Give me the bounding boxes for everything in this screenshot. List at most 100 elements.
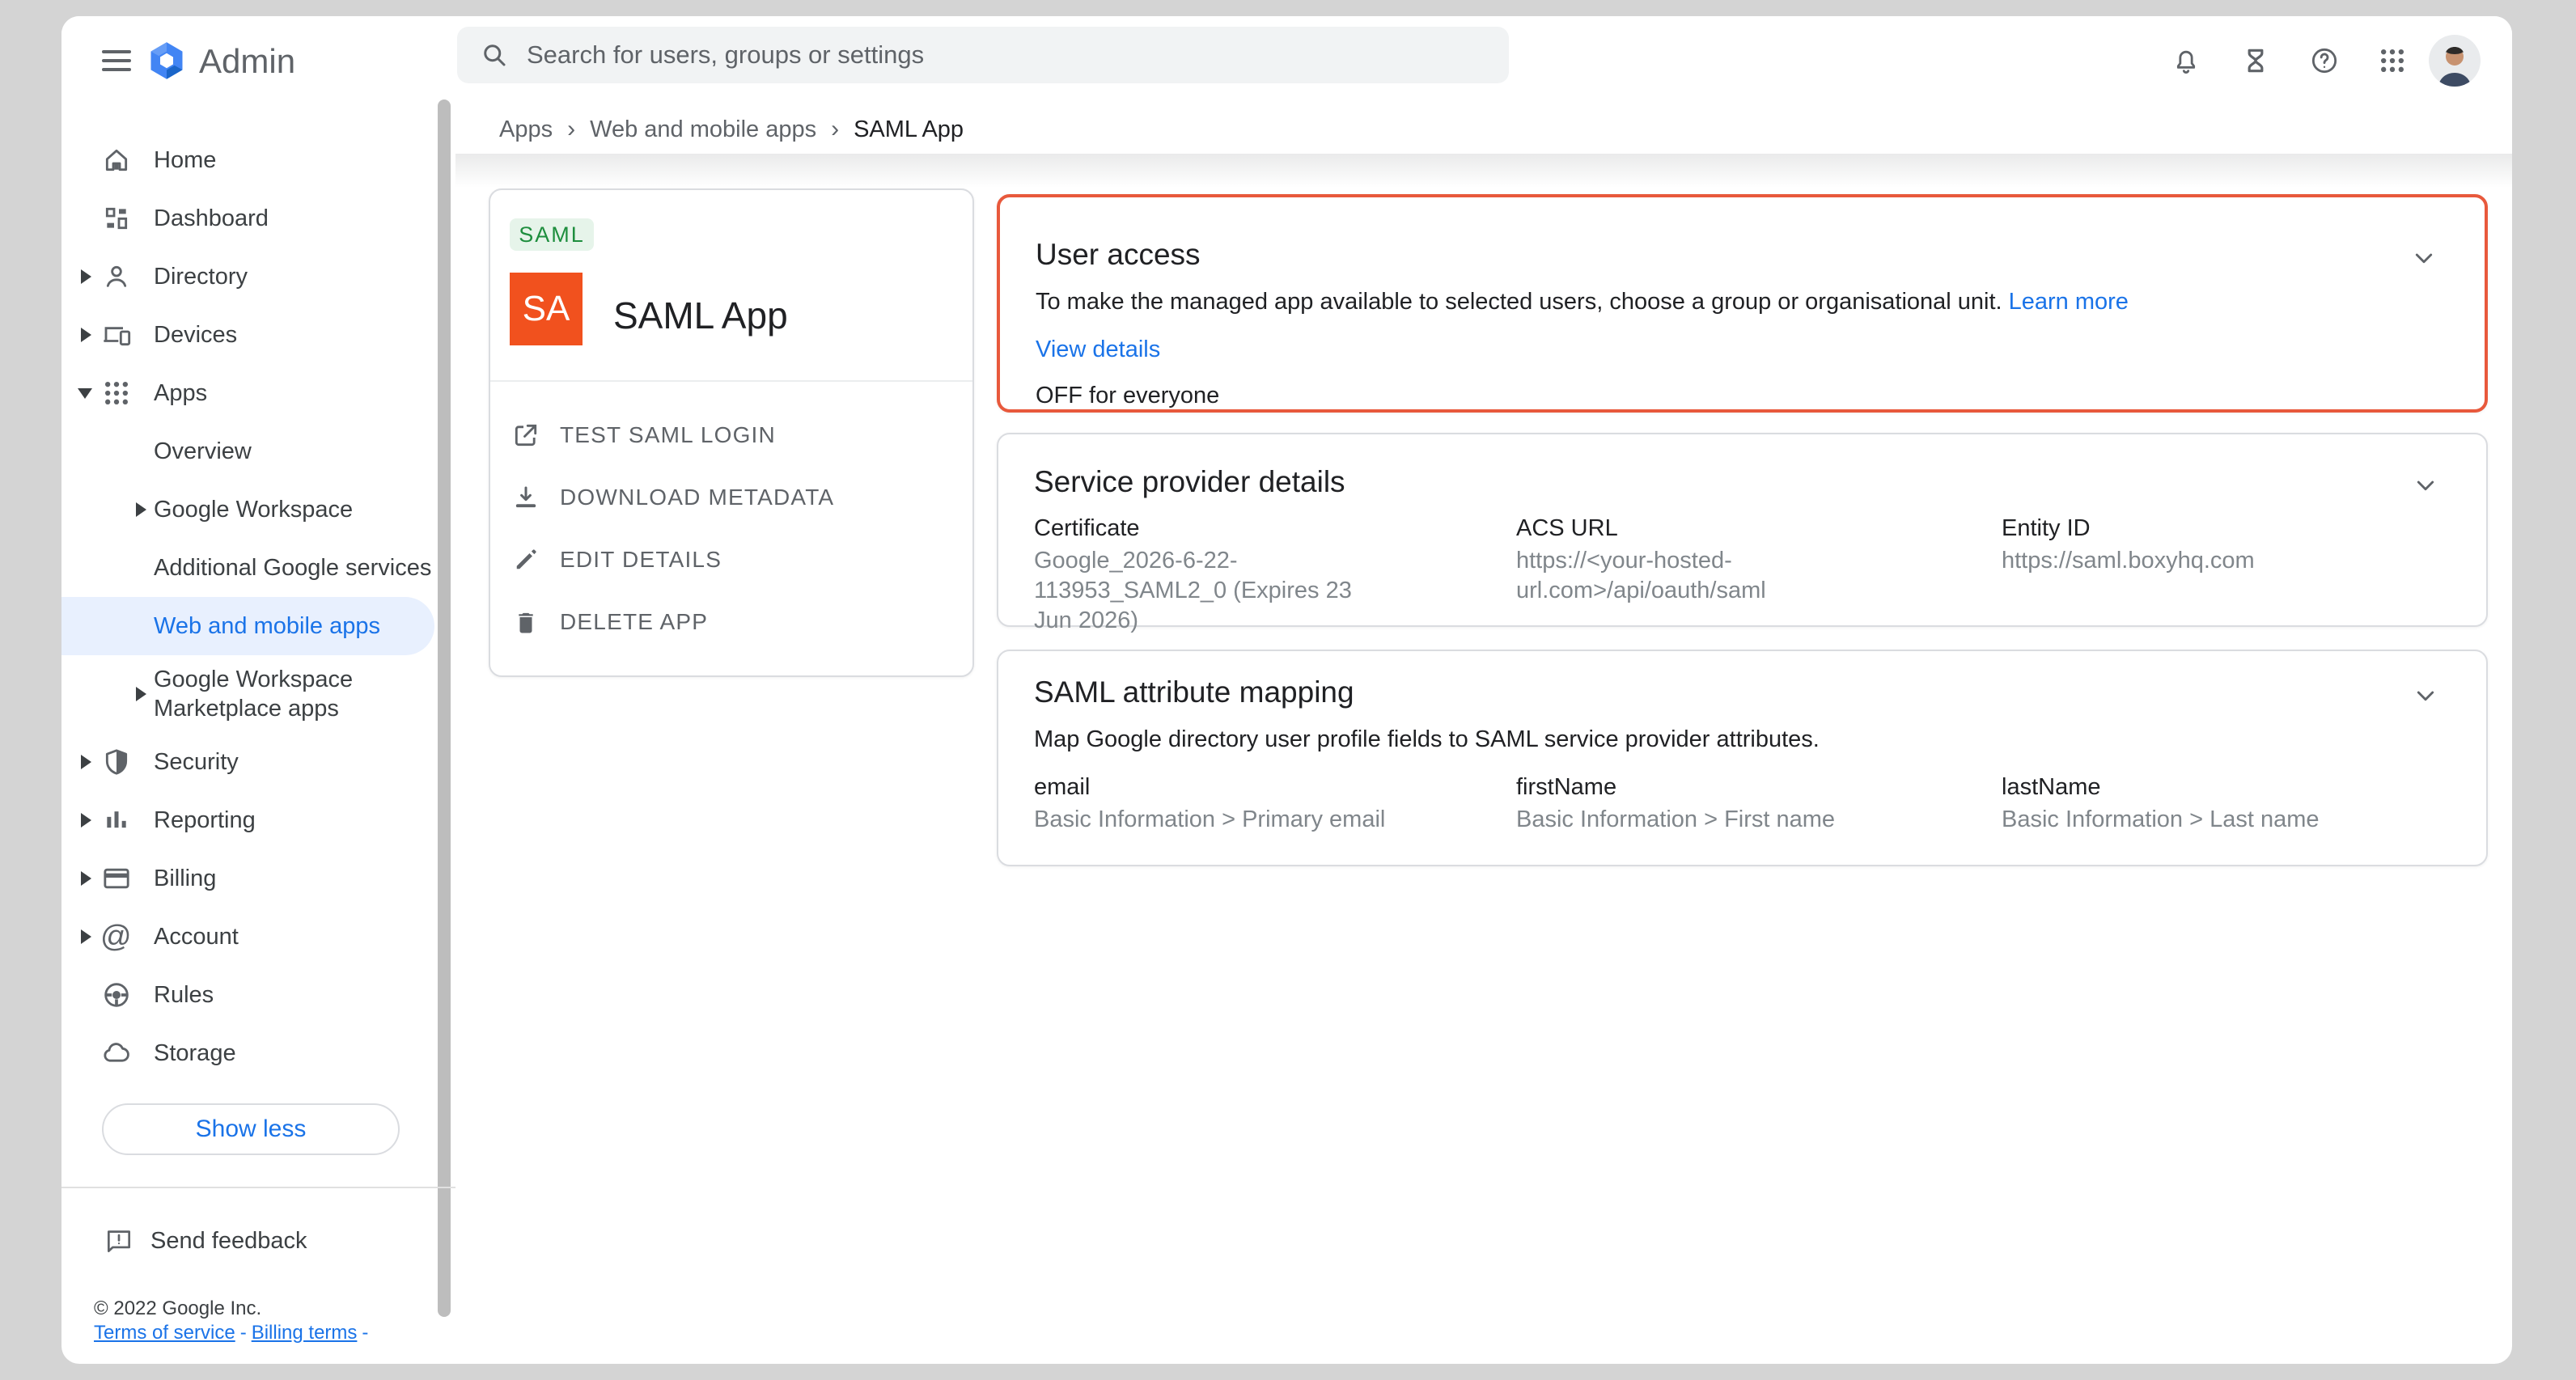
sidebar-item-billing[interactable]: Billing: [61, 849, 455, 908]
copyright-text: © 2022 Google Inc.: [94, 1297, 261, 1320]
sidebar-item-home[interactable]: Home: [61, 131, 455, 189]
sidebar-item-devices[interactable]: Devices: [61, 306, 455, 364]
download-metadata-button[interactable]: DOWNLOAD METADATA: [490, 466, 972, 528]
service-provider-details-card[interactable]: Service provider details CertificateGoog…: [997, 433, 2488, 627]
sidebar-item-label: Web and mobile apps: [154, 612, 380, 641]
chevron-right-icon[interactable]: [136, 687, 146, 701]
field-value: Basic Information > Last name: [2002, 805, 2320, 835]
sidebar-item-dashboard[interactable]: Dashboard: [61, 189, 455, 248]
action-label: EDIT DETAILS: [560, 547, 722, 573]
chevron-down-icon[interactable]: [78, 388, 92, 399]
sidebar-item-storage[interactable]: Storage: [61, 1024, 455, 1082]
send-feedback-button[interactable]: Send feedback: [61, 1215, 455, 1267]
sidebar-item-label: Directory: [154, 262, 248, 291]
shield-icon: [100, 746, 133, 778]
test-saml-login-button[interactable]: TEST SAML LOGIN: [490, 404, 972, 466]
chevron-down-icon[interactable]: [2410, 470, 2441, 501]
terms-of-service-link[interactable]: Terms of service: [94, 1322, 235, 1344]
navigation-sidebar: Home Dashboard Directory DevicesApps Overvie…: [61, 105, 455, 1155]
pending-tasks-hourglass-icon[interactable]: [2230, 35, 2282, 87]
user-access-description: To make the managed app available to sel…: [1036, 289, 2129, 315]
devices-icon: [100, 319, 133, 351]
attribute-mapping-title: SAML attribute mapping: [1034, 675, 1354, 709]
user-avatar[interactable]: [2429, 35, 2481, 87]
apps-grid-icon: [100, 377, 133, 409]
sidebar-item-security[interactable]: Security: [61, 733, 455, 791]
app-title: SAML App: [613, 294, 788, 337]
action-label: TEST SAML LOGIN: [560, 422, 776, 448]
admin-logo-icon: [146, 40, 188, 82]
breadcrumb-separator: ›: [567, 116, 575, 143]
chevron-right-icon[interactable]: [136, 502, 146, 517]
apps-launcher-icon[interactable]: [2366, 35, 2418, 87]
chevron-right-icon[interactable]: [81, 328, 91, 342]
chevron-right-icon[interactable]: [81, 755, 91, 769]
field-label: firstName: [1516, 773, 1835, 802]
sidebar-item-label: Storage: [154, 1039, 236, 1068]
sidebar-item-overview[interactable]: Overview: [61, 422, 455, 480]
search-bar[interactable]: [457, 27, 1509, 83]
sidebar-item-label: Overview: [154, 437, 252, 466]
sidebar-item-additional-google-services[interactable]: Additional Google services: [61, 539, 455, 597]
service-provider-title: Service provider details: [1034, 465, 1345, 499]
action-label: DELETE APP: [560, 609, 708, 635]
sidebar-scrollbar[interactable]: [438, 99, 451, 1317]
header-shadow: [455, 154, 2512, 188]
field-label: lastName: [2002, 773, 2320, 802]
sidebar-item-label: Security: [154, 747, 239, 777]
chevron-right-icon[interactable]: [81, 269, 91, 284]
sidebar-item-web-and-mobile-apps[interactable]: Web and mobile apps: [61, 597, 434, 655]
sidebar-item-label: Account: [154, 922, 239, 951]
sidebar-item-reporting[interactable]: Reporting: [61, 791, 455, 849]
sidebar-item-account[interactable]: @ Account: [61, 908, 455, 966]
chevron-down-icon[interactable]: [2410, 680, 2441, 711]
field-certificate: CertificateGoogle_2026-6-22-113953_SAML2…: [1034, 514, 1390, 636]
notifications-bell-icon[interactable]: [2160, 35, 2212, 87]
at-sign-icon: @: [100, 921, 133, 953]
saml-app-card: SAML SA SAML App TEST SAML LOGINDOWNLOAD…: [489, 188, 974, 677]
field-firstname: firstNameBasic Information > First name: [1516, 773, 1835, 835]
field-acs-url: ACS URLhttps://<your-hosted-url.com>/api…: [1516, 514, 1795, 606]
field-label: Entity ID: [2002, 514, 2255, 543]
sidebar-item-label: Dashboard: [154, 204, 269, 233]
search-input[interactable]: [527, 40, 1509, 70]
chevron-right-icon[interactable]: [81, 813, 91, 828]
breadcrumb-web-and-mobile-apps[interactable]: Web and mobile apps: [590, 116, 816, 143]
chevron-down-icon[interactable]: [2409, 243, 2439, 273]
feedback-icon: [104, 1225, 134, 1256]
sidebar-item-label: Billing: [154, 864, 216, 893]
field-email: emailBasic Information > Primary email: [1034, 773, 1385, 835]
chevron-right-icon[interactable]: [81, 929, 91, 944]
breadcrumb-apps[interactable]: Apps: [499, 116, 553, 143]
delete-app-button[interactable]: DELETE APP: [490, 591, 972, 653]
help-icon[interactable]: [2298, 35, 2350, 87]
sidebar-item-google-workspace-marketplace-apps[interactable]: Google Workspace Marketplace apps: [61, 655, 455, 733]
bar-chart-icon: [100, 804, 133, 836]
billing-terms-link[interactable]: Billing terms: [252, 1322, 358, 1344]
user-access-card[interactable]: User access To make the managed app avai…: [997, 194, 2488, 413]
chevron-right-icon[interactable]: [81, 871, 91, 886]
field-value: https://saml.boxyhq.com: [2002, 546, 2255, 576]
admin-console-window: Admin Apps › Web and mobile apps › SAML …: [61, 16, 2512, 1364]
menu-icon[interactable]: [102, 50, 131, 71]
download-icon: [511, 483, 540, 512]
field-label: email: [1034, 773, 1385, 802]
card-divider: [490, 380, 972, 382]
edit-details-button[interactable]: EDIT DETAILS: [490, 528, 972, 591]
sidebar-item-rules[interactable]: Rules: [61, 966, 455, 1024]
search-icon: [480, 40, 509, 70]
breadcrumb-separator: ›: [831, 116, 839, 143]
field-label: Certificate: [1034, 514, 1390, 543]
saml-attribute-mapping-card[interactable]: SAML attribute mapping Map Google direct…: [997, 650, 2488, 866]
sidebar-footer-divider: [61, 1187, 455, 1188]
sidebar-item-google-workspace[interactable]: Google Workspace: [61, 480, 455, 539]
sidebar-item-label: Additional Google services: [154, 553, 431, 582]
view-details-link[interactable]: View details: [1036, 337, 1160, 363]
field-value: https://<your-hosted-url.com>/api/oauth/…: [1516, 546, 1795, 606]
saml-badge: SAML: [510, 218, 594, 251]
learn-more-link[interactable]: Learn more: [2009, 289, 2129, 315]
sidebar-item-apps[interactable]: Apps: [61, 364, 455, 422]
send-feedback-label: Send feedback: [150, 1228, 307, 1255]
sidebar-item-directory[interactable]: Directory: [61, 248, 455, 306]
show-less-button[interactable]: Show less: [102, 1103, 400, 1155]
